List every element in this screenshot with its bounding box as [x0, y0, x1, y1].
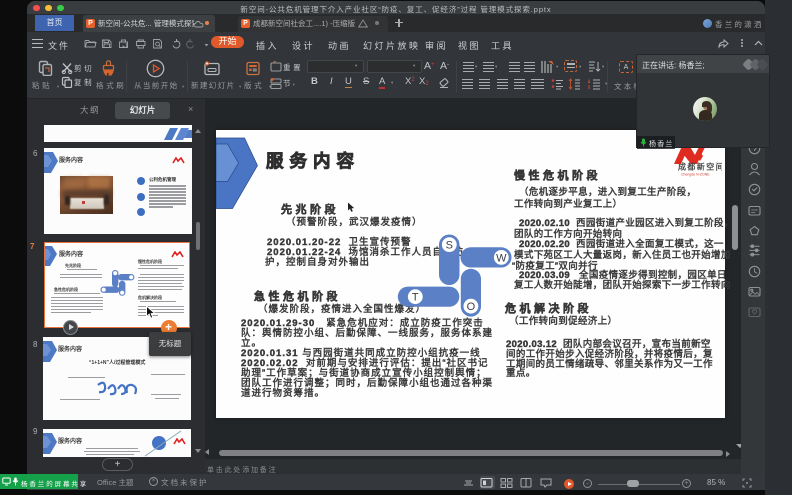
svg-text:O: O [467, 301, 476, 313]
svg-text:成都新空间: 成都新空间 [678, 162, 722, 172]
svg-text:T: T [412, 292, 419, 304]
svg-text:W: W [496, 252, 507, 264]
svg-text:Chengdu N-ZONE: Chengdu N-ZONE [681, 173, 710, 177]
svg-text:S: S [446, 240, 453, 252]
